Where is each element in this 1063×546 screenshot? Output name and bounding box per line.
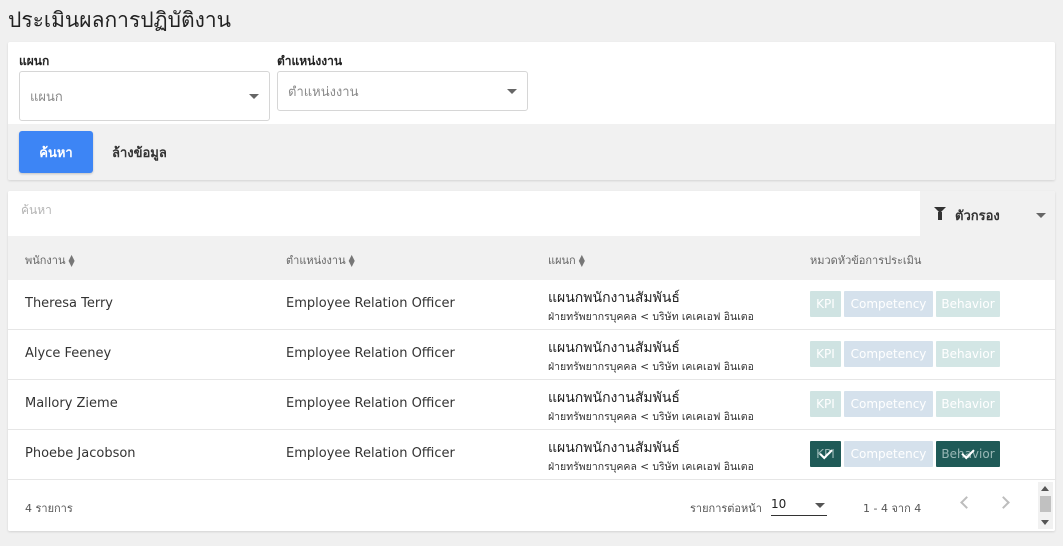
- sort-icon: ▲ ▼: [578, 253, 585, 268]
- rows-per-page-select[interactable]: 10: [771, 490, 827, 516]
- employee-position: Employee Relation Officer: [286, 346, 455, 361]
- employee-table-card: ตัวกรอง พนักงาน▲▼ ตำแหน่งงาน▲▼ แผนก▲▼ หม…: [8, 191, 1055, 531]
- filter-actions: ค้นหา ล้างข้อมูล: [8, 124, 1055, 180]
- scrollbar[interactable]: [1038, 482, 1053, 529]
- department-path: ฝ่ายทรัพยากรบุคคล < บริษัท เคเคเอฟ อินเต…: [548, 461, 754, 473]
- column-header-employee[interactable]: พนักงาน ▲ ▼: [25, 251, 75, 269]
- caret-down-icon: [507, 89, 517, 94]
- scroll-thumb[interactable]: [1040, 496, 1051, 512]
- scroll-down-icon[interactable]: [1041, 520, 1049, 525]
- chevron-right-icon[interactable]: [997, 496, 1010, 509]
- employee-name: Mallory Zieme: [25, 396, 118, 411]
- table-row[interactable]: Alyce Feeney Employee Relation Officer แ…: [8, 330, 1055, 380]
- department-placeholder: แผนก: [30, 89, 63, 105]
- department-path: ฝ่ายทรัพยากรบุคคล < บริษัท เคเคเอฟ อินเต…: [548, 311, 754, 323]
- sort-icon: ▲ ▼: [348, 253, 355, 268]
- total-count: 4 รายการ: [25, 502, 73, 515]
- competency-badge[interactable]: Competency: [844, 291, 933, 317]
- page-range: 1 - 4 จาก 4: [863, 502, 922, 515]
- search-button[interactable]: ค้นหา: [19, 131, 93, 173]
- table-search-bar: [8, 191, 920, 236]
- page-title: ประเมินผลการปฏิบัติงาน: [8, 8, 232, 32]
- kpi-badge[interactable]: KPI: [810, 341, 841, 367]
- employee-name: Theresa Terry: [25, 296, 113, 311]
- table-search-input[interactable]: [21, 203, 421, 217]
- department-label: แผนก: [19, 54, 50, 68]
- column-header-position[interactable]: ตำแหน่งงาน ▲ ▼: [286, 251, 355, 269]
- kpi-badge[interactable]: KPI: [810, 291, 841, 317]
- caret-down-icon: [815, 503, 825, 508]
- kpi-badge[interactable]: KPI: [810, 391, 841, 417]
- table-row[interactable]: Theresa Terry Employee Relation Officer …: [8, 280, 1055, 330]
- employee-position: Employee Relation Officer: [286, 446, 455, 461]
- filter-button[interactable]: ตัวกรอง: [920, 191, 1055, 236]
- behavior-badge[interactable]: Behavior: [936, 391, 1000, 417]
- filter-button-label: ตัวกรอง: [955, 209, 1000, 224]
- filter-icon: [934, 207, 946, 220]
- chevron-left-icon[interactable]: [960, 496, 973, 509]
- clear-button[interactable]: ล้างข้อมูล: [112, 131, 167, 173]
- position-label: ตำแหน่งงาน: [277, 54, 343, 68]
- kpi-badge[interactable]: KPI: [810, 441, 841, 467]
- filter-panel: แผนก แผนก ตำแหน่งงาน ตำแหน่งงาน ค้นหา ล้…: [8, 42, 1055, 180]
- position-select[interactable]: ตำแหน่งงาน: [277, 71, 528, 111]
- table-row[interactable]: Mallory Zieme Employee Relation Officer …: [8, 380, 1055, 430]
- position-placeholder: ตำแหน่งงาน: [288, 84, 359, 100]
- employee-name: Alyce Feeney: [25, 346, 112, 361]
- department-name: แผนกพนักงานสัมพันธ์: [548, 290, 680, 306]
- table-row[interactable]: Phoebe Jacobson Employee Relation Office…: [8, 430, 1055, 480]
- department-path: ฝ่ายทรัพยากรบุคคล < บริษัท เคเคเอฟ อินเต…: [548, 411, 754, 423]
- department-name: แผนกพนักงานสัมพันธ์: [548, 440, 680, 456]
- column-header-evaluation: หมวดหัวข้อการประเมิน: [810, 254, 922, 267]
- employee-position: Employee Relation Officer: [286, 396, 455, 411]
- table-header: พนักงาน ▲ ▼ ตำแหน่งงาน ▲ ▼ แผนก ▲ ▼ หมวดหัวข้อ…: [8, 236, 1055, 280]
- rows-per-page-label: รายการต่อหน้า: [690, 502, 762, 515]
- column-header-department[interactable]: แผนก ▲ ▼: [548, 251, 585, 269]
- rows-per-page-value: 10: [771, 497, 787, 511]
- scroll-up-icon[interactable]: [1041, 486, 1049, 491]
- department-select[interactable]: แผนก: [19, 71, 270, 121]
- caret-down-icon: [1036, 213, 1046, 218]
- competency-badge[interactable]: Competency: [844, 441, 933, 467]
- department-name: แผนกพนักงานสัมพันธ์: [548, 390, 680, 406]
- department-path: ฝ่ายทรัพยากรบุคคล < บริษัท เคเคเอฟ อินเต…: [548, 361, 754, 373]
- competency-badge[interactable]: Competency: [844, 391, 933, 417]
- caret-down-icon: [249, 94, 259, 99]
- competency-badge[interactable]: Competency: [844, 341, 933, 367]
- behavior-badge[interactable]: Behavior: [936, 291, 1000, 317]
- behavior-badge[interactable]: Behavior: [936, 341, 1000, 367]
- table-footer: 4 รายการ รายการต่อหน้า 10 1 - 4 จาก 4: [8, 481, 1055, 531]
- behavior-badge[interactable]: Behavior: [936, 441, 1000, 467]
- sort-icon: ▲ ▼: [68, 253, 75, 268]
- employee-position: Employee Relation Officer: [286, 296, 455, 311]
- department-name: แผนกพนักงานสัมพันธ์: [548, 340, 680, 356]
- employee-name: Phoebe Jacobson: [25, 446, 136, 461]
